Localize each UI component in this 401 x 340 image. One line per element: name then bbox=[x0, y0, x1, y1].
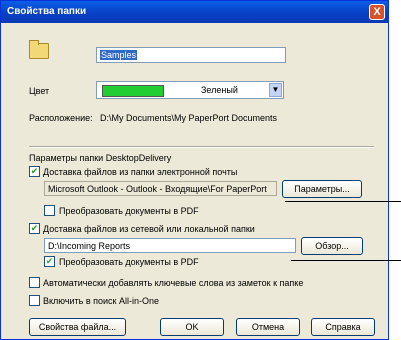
email-delivery-checkbox[interactable]: ✔ bbox=[29, 166, 40, 177]
callout-line bbox=[285, 201, 401, 202]
dropdown-arrow-icon[interactable]: ▼ bbox=[269, 83, 282, 97]
callout-line bbox=[291, 260, 401, 261]
folder-name-input[interactable]: Samples bbox=[96, 47, 286, 63]
cancel-button[interactable]: Отмена bbox=[236, 318, 300, 336]
folder-icon bbox=[29, 40, 49, 59]
divider bbox=[29, 146, 374, 148]
group-title: Параметры папки DesktopDelivery bbox=[29, 153, 172, 163]
email-delivery-label: Доставка файлов из папки электронной поч… bbox=[43, 167, 238, 177]
color-label: Цвет bbox=[29, 86, 50, 96]
color-swatch bbox=[102, 85, 164, 97]
local-path-input[interactable]: D:\Incoming Reports bbox=[44, 238, 296, 253]
search-include-checkbox[interactable] bbox=[29, 295, 40, 306]
settings-button[interactable]: Параметры... bbox=[282, 180, 362, 198]
local-convert-pdf-label: Преобразовать документы в PDF bbox=[59, 257, 199, 267]
close-button[interactable]: X bbox=[369, 4, 385, 20]
auto-keywords-checkbox[interactable] bbox=[29, 277, 40, 288]
local-delivery-checkbox[interactable]: ✔ bbox=[29, 223, 40, 234]
location-label: Расположение: bbox=[29, 113, 93, 123]
email-convert-pdf-label: Преобразовать документы в PDF bbox=[59, 206, 199, 216]
local-path-value: D:\Incoming Reports bbox=[48, 241, 131, 251]
file-properties-button[interactable]: Свойства файла... bbox=[29, 318, 126, 336]
email-convert-pdf-checkbox[interactable] bbox=[44, 205, 55, 216]
title-bar: Свойства папки X bbox=[1, 1, 388, 23]
color-value: Зеленый bbox=[201, 85, 238, 95]
search-include-label: Включить в поиск All-in-One bbox=[43, 296, 160, 306]
help-button[interactable]: Справка bbox=[311, 318, 375, 336]
folder-name-value: Samples bbox=[100, 50, 138, 60]
location-value: D:\My Documents\My PaperPort Documents bbox=[100, 113, 278, 123]
auto-keywords-label: Автоматически добавлять ключевые слова и… bbox=[43, 278, 304, 288]
folder-properties-dialog: Свойства папки X Samples Цвет Зеленый ▼ … bbox=[0, 0, 389, 340]
email-path-field: Microsoft Outlook - Outlook - Входящие\F… bbox=[44, 181, 277, 196]
local-convert-pdf-checkbox[interactable]: ✔ bbox=[44, 256, 55, 267]
local-delivery-label: Доставка файлов из сетевой или локальной… bbox=[43, 224, 255, 234]
browse-button[interactable]: Обзор... bbox=[301, 237, 363, 255]
email-path-value: Microsoft Outlook - Outlook - Входящие\F… bbox=[48, 184, 267, 194]
color-select[interactable]: Зеленый ▼ bbox=[96, 81, 284, 99]
ok-button[interactable]: OK bbox=[160, 318, 224, 336]
window-title: Свойства папки bbox=[7, 6, 87, 17]
